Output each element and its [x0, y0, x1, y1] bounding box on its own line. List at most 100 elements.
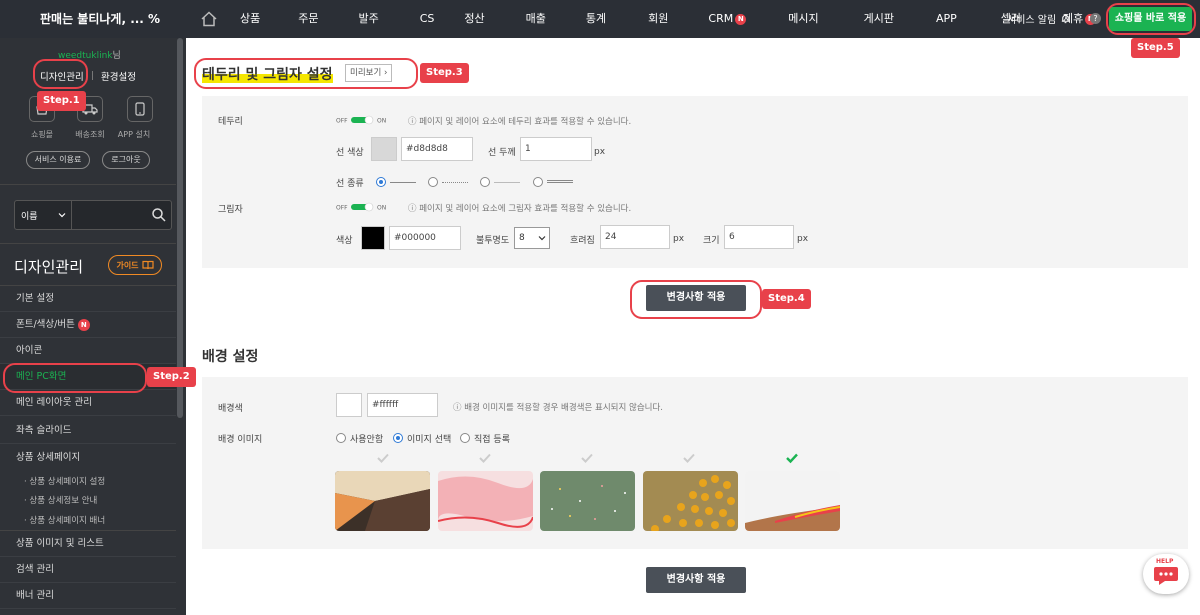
background-image-label: 배경 이미지	[218, 435, 263, 445]
line-type-dashed-radio[interactable]	[480, 177, 490, 187]
search-type-select[interactable]: 이름	[21, 209, 38, 222]
size-label: 크기	[703, 236, 720, 246]
nav-item-label: CRM	[708, 12, 734, 25]
help-icon[interactable]: ?	[1090, 13, 1101, 24]
search-icon[interactable]	[151, 207, 167, 223]
bg-option-none-radio[interactable]	[336, 433, 346, 443]
bg-option-upload-radio[interactable]	[460, 433, 470, 443]
bg-thumbnail-5[interactable]	[745, 471, 840, 531]
menu-font-color-button[interactable]: 폰트/색상/버튼 N	[0, 312, 176, 338]
nav-item-label: 회원	[648, 12, 669, 25]
nav-item-4[interactable]: 정산	[464, 0, 484, 38]
help-chat-button[interactable]: HELP	[1143, 554, 1189, 594]
service-alert-button[interactable]: 서비스 알림	[1007, 11, 1071, 26]
opacity-select[interactable]: 8	[514, 227, 550, 249]
bg-thumbnail-1[interactable]	[335, 471, 430, 531]
menu-product-images[interactable]: 상품 이미지 및 리스트	[0, 531, 176, 557]
nav-item-2[interactable]: 발주	[359, 0, 379, 38]
nav-item-7[interactable]: 회원	[648, 0, 668, 38]
bg-thumbnail-4[interactable]	[643, 471, 738, 531]
menu-icons[interactable]: 아이콘	[0, 338, 176, 364]
blur-label: 흐려짐	[570, 236, 595, 246]
sidebar: weedtuklink님 디자인관리 환경설정 쇼핑몰 배송조회 APP 설치 …	[0, 38, 186, 615]
step4-highlight	[630, 280, 762, 319]
nav-item-10[interactable]: 게시판	[864, 0, 894, 38]
service-alert-label: 서비스 알림	[1007, 15, 1057, 26]
bg-option-select-radio[interactable]	[393, 433, 403, 443]
line-solid-sample	[390, 182, 416, 183]
sidebar-section-title: 디자인관리	[14, 258, 84, 276]
app-install-quick-button[interactable]	[127, 96, 153, 122]
shadow-toggle[interactable]: OFF ON	[336, 202, 386, 212]
bg-thumbnail-3[interactable]	[540, 471, 635, 531]
bell-icon	[1062, 14, 1070, 24]
submenu-detail-settings[interactable]: · 상품 상세페이지 설정	[24, 475, 105, 487]
search-input[interactable]	[73, 201, 147, 229]
nav-item-label: 매출	[525, 12, 546, 25]
bg-thumbnail-2[interactable]	[438, 471, 533, 531]
nav-item-label: APP	[936, 12, 957, 25]
border-toggle[interactable]: OFF ON	[336, 115, 386, 125]
line-type-dotted-radio[interactable]	[428, 177, 438, 187]
bg-option-upload-label[interactable]: 직접 등록	[474, 432, 510, 445]
guide-button[interactable]: 가이드	[108, 255, 162, 275]
background-color-swatch[interactable]	[336, 393, 362, 417]
nav-item-1[interactable]: 주문	[298, 0, 318, 38]
nav-item-11[interactable]: APP	[936, 0, 957, 38]
menu-main-layout[interactable]: 메인 레이아웃 관리	[0, 390, 176, 416]
shadow-color-swatch[interactable]	[361, 226, 385, 250]
nav-item-8[interactable]: CRM N	[708, 0, 747, 38]
menu-product-detail[interactable]: 상품 상세페이지	[0, 445, 176, 471]
sidebar-scrollbar[interactable]	[177, 38, 183, 418]
nav-item-3[interactable]: CS	[420, 0, 435, 38]
menu-label: 좌측 슬라이드	[16, 425, 72, 436]
menu-search-management[interactable]: 검색 관리	[0, 557, 176, 583]
nav-item-9[interactable]: 메시지	[788, 0, 818, 38]
new-badge: N	[735, 13, 747, 25]
app-install-quick-label: APP 설치	[117, 130, 151, 139]
nav-item-6[interactable]: 통계	[586, 0, 606, 38]
nav-item-5[interactable]: 매출	[526, 0, 546, 38]
nav-item-label: 게시판	[863, 12, 894, 25]
submenu-detail-banner[interactable]: · 상품 상세페이지 배너	[24, 514, 105, 526]
bg-option-none-label[interactable]: 사용안함	[350, 432, 383, 445]
environment-settings-link[interactable]: 환경설정	[101, 69, 136, 83]
background-color-input[interactable]: #ffffff	[367, 393, 438, 417]
submenu-detail-info[interactable]: · 상품 상세정보 안내	[24, 494, 97, 506]
check-icon	[581, 453, 593, 463]
menu-label: 메인 레이아웃 관리	[16, 397, 92, 408]
border-info-text: ⓘ 페이지 및 레이어 요소에 테두리 효과를 적용할 수 있습니다.	[408, 117, 632, 127]
main-nav: 상품주문발주CS정산매출통계회원CRMN메시지게시판APP셀러제휴N	[240, 0, 1097, 38]
line-color-label: 선 색상	[336, 148, 364, 158]
size-input[interactable]: 6	[724, 225, 794, 249]
apply-changes-button[interactable]: 변경사항 적용	[646, 567, 746, 593]
shadow-color-input[interactable]: #000000	[389, 226, 461, 250]
nav-item-label: 메시지	[788, 12, 819, 25]
service-fee-button[interactable]: 서비스 이용료	[26, 151, 90, 169]
line-width-unit: px	[594, 147, 606, 157]
check-icon	[479, 453, 491, 463]
menu-basic-settings[interactable]: 기본 설정	[0, 286, 176, 312]
nav-item-label: 정산	[464, 12, 485, 25]
logout-button[interactable]: 로그아웃	[102, 151, 150, 169]
sidebar-divider	[0, 184, 176, 185]
bg-option-select-label[interactable]: 이미지 선택	[407, 432, 451, 445]
brand-title[interactable]: 판매는 불티나게, ... %	[40, 10, 160, 27]
home-icon[interactable]	[200, 10, 218, 28]
line-color-swatch[interactable]	[371, 137, 397, 161]
nav-item-label: 발주	[358, 12, 379, 25]
toggle-on-label: ON	[377, 118, 386, 125]
line-width-input[interactable]: 1	[520, 137, 592, 161]
line-thin-sample	[494, 182, 520, 183]
step5-highlight	[1106, 3, 1196, 35]
menu-banner-management[interactable]: 배너 관리	[0, 583, 176, 609]
blur-input[interactable]: 24	[600, 225, 670, 249]
line-color-input[interactable]: #d8d8d8	[401, 137, 473, 161]
mobile-icon	[135, 102, 145, 116]
line-type-double-radio[interactable]	[533, 177, 543, 187]
line-type-solid-radio[interactable]	[376, 177, 386, 187]
menu-left-slide[interactable]: 좌측 슬라이드	[0, 418, 176, 444]
nav-item-label: CS	[419, 12, 435, 25]
search-divider	[71, 201, 72, 229]
nav-item-0[interactable]: 상품	[240, 0, 260, 38]
